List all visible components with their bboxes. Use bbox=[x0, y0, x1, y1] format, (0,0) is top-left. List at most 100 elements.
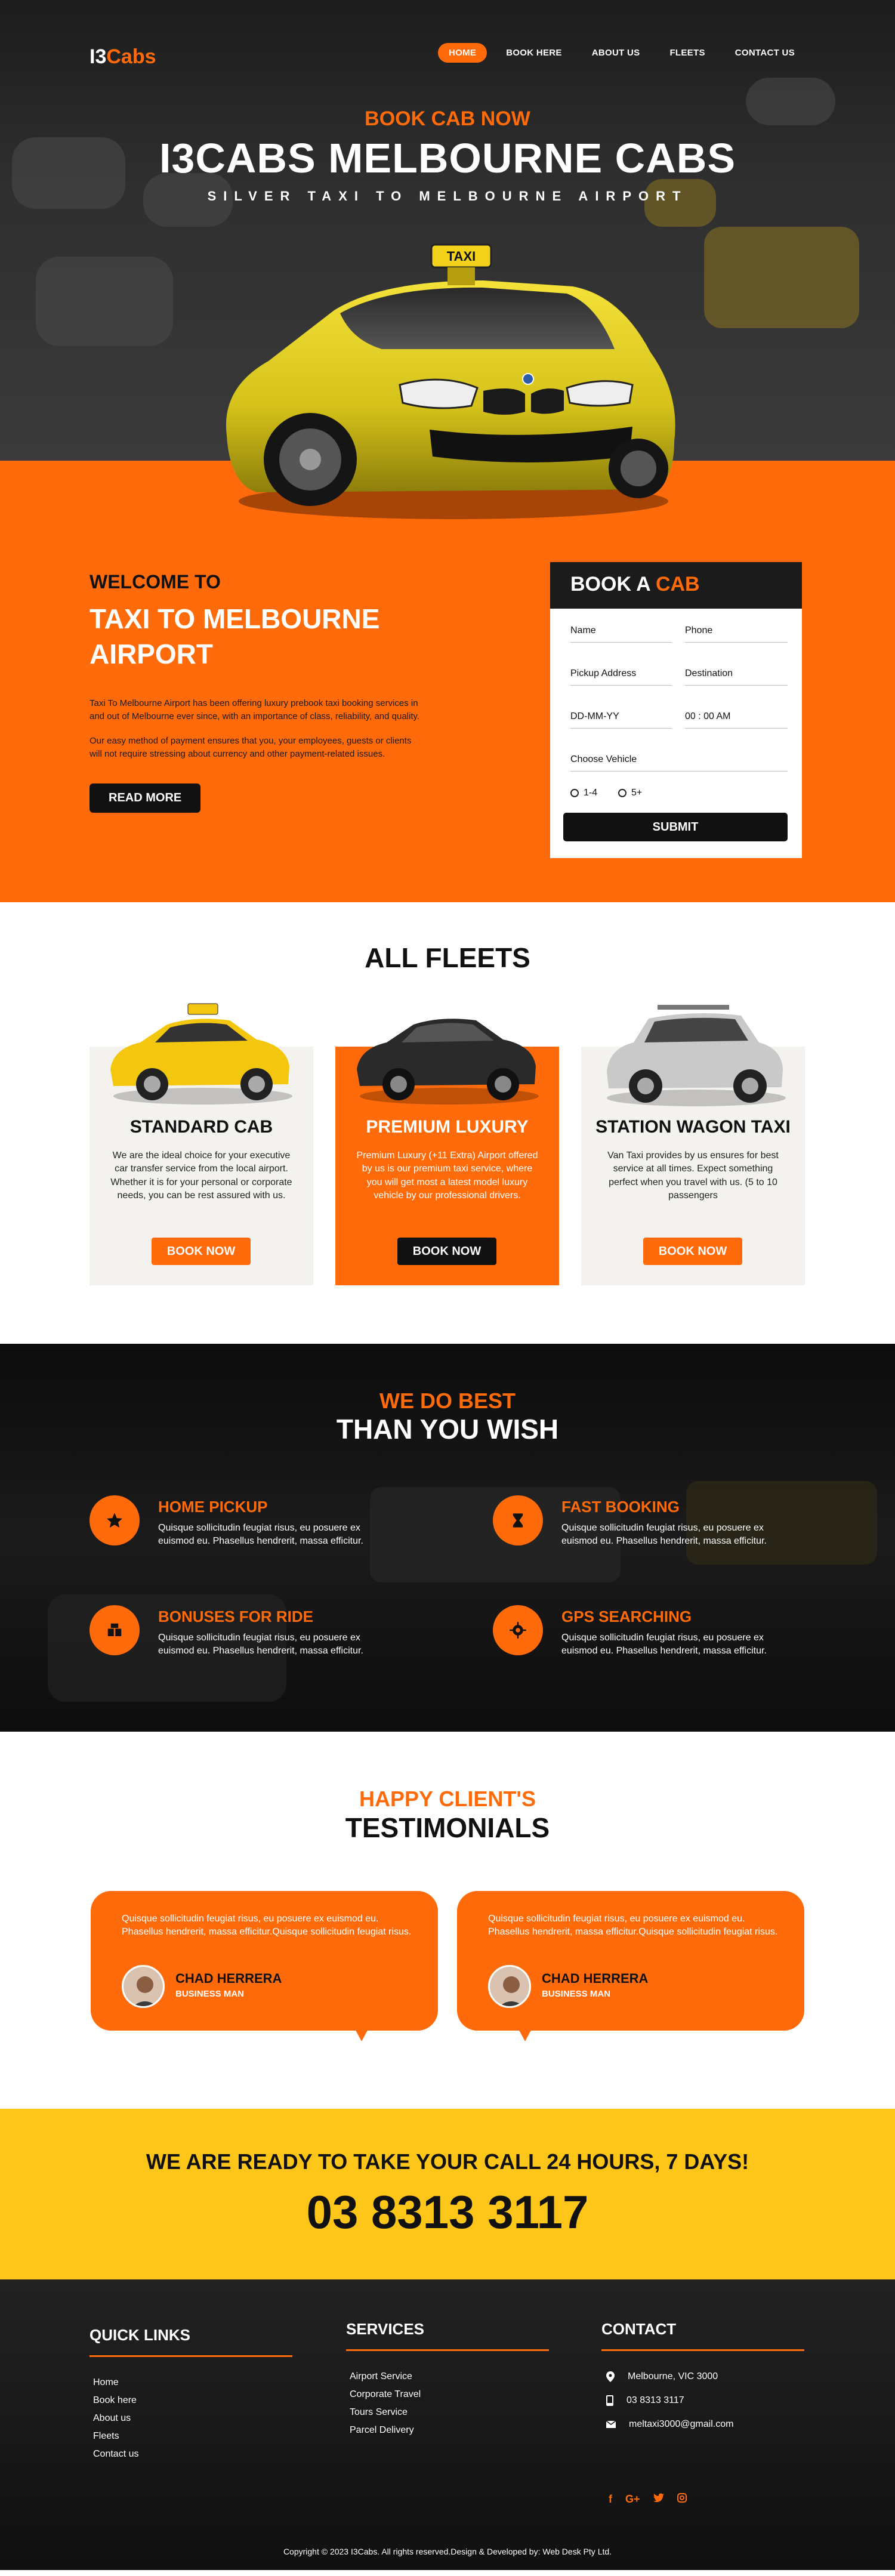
feature-text: Quisque sollicitudin feugiat risus, eu p… bbox=[561, 1633, 767, 1656]
testimonial-quote: Quisque sollicitudin feugiat risus, eu p… bbox=[122, 1914, 412, 1938]
welcome-paragraph-2: Our easy method of payment ensures that … bbox=[90, 736, 412, 759]
background-car-shape bbox=[36, 257, 173, 346]
fleet-description: Van Taxi provides by us ensures for best… bbox=[607, 1150, 779, 1201]
choose-vehicle-select[interactable]: Choose Vehicle bbox=[570, 754, 788, 772]
time-field[interactable]: 00 : 00 AM bbox=[685, 711, 788, 729]
hero-subtitle: SILVER TAXI TO MELBOURNE AIRPORT bbox=[207, 189, 688, 203]
site-logo[interactable]: I3Cabs bbox=[90, 45, 156, 69]
twitter-icon[interactable] bbox=[653, 2493, 664, 2506]
footer-divider bbox=[90, 2355, 292, 2357]
feature-title: HOME PICKUP bbox=[158, 1498, 268, 1516]
radio-option-1-4[interactable]: 1-4 bbox=[570, 788, 597, 798]
radio-label: 1-4 bbox=[584, 788, 598, 798]
station-wagon-image bbox=[607, 1005, 786, 1106]
footer-service-item[interactable]: Airport Service bbox=[346, 2371, 549, 2382]
avatar bbox=[122, 1965, 165, 2008]
welcome-text-block: WELCOME TO TAXI TO MELBOURNE AIRPORT Tax… bbox=[90, 571, 424, 813]
feature-title: BONUSES FOR RIDE bbox=[158, 1608, 314, 1625]
footer-heading: QUICK LINKS bbox=[90, 2326, 190, 2344]
footer-service-item[interactable]: Tours Service bbox=[346, 2407, 549, 2418]
call-to-action-band: WE ARE READY TO TAKE YOUR CALL 24 HOURS,… bbox=[0, 2109, 895, 2279]
footer-divider bbox=[601, 2349, 804, 2351]
welcome-paragraph-1: Taxi To Melbourne Airport has been offer… bbox=[90, 698, 420, 721]
phone-number[interactable]: 03 8313 3117 bbox=[0, 2185, 895, 2239]
fleets-title: ALL FLEETS bbox=[365, 942, 530, 973]
testimonial-quote: Quisque sollicitudin feugiat risus, eu p… bbox=[488, 1914, 778, 1938]
contact-address: Melbourne, VIC 3000 bbox=[601, 2371, 804, 2382]
fleet-description: We are the ideal choice for your executi… bbox=[110, 1150, 292, 1201]
nav-book-here[interactable]: BOOK HERE bbox=[495, 43, 573, 63]
contact-email[interactable]: meltaxi3000@gmail.com bbox=[601, 2419, 804, 2430]
footer-link-fleets[interactable]: Fleets bbox=[90, 2431, 292, 2442]
google-plus-icon[interactable]: G+ bbox=[625, 2493, 640, 2506]
footer-link-book-here[interactable]: Book here bbox=[90, 2395, 292, 2406]
destination-field[interactable]: Destination bbox=[685, 668, 788, 686]
contact-phone[interactable]: 03 8313 3117 bbox=[601, 2395, 804, 2406]
fleet-name: PREMIUM LUXURY bbox=[366, 1117, 529, 1137]
standard-cab-image bbox=[110, 1003, 292, 1105]
feature-text: Quisque sollicitudin feugiat risus, eu p… bbox=[158, 1523, 363, 1547]
feature-text: Quisque sollicitudin feugiat risus, eu p… bbox=[561, 1523, 767, 1547]
welcome-section: WELCOME TO TAXI TO MELBOURNE AIRPORT Tax… bbox=[0, 461, 895, 902]
quick-links-list: Home Book here About us Fleets Contact u… bbox=[90, 2377, 292, 2460]
taxi-sign-text: TAXI bbox=[447, 249, 476, 264]
radio-circle[interactable] bbox=[618, 789, 626, 797]
footer-heading: CONTACT bbox=[601, 2320, 677, 2338]
footer-link-about-us[interactable]: About us bbox=[90, 2413, 292, 2424]
read-more-button[interactable]: READ MORE bbox=[90, 783, 201, 813]
footer-divider bbox=[346, 2349, 549, 2351]
date-field[interactable]: DD-MM-YY bbox=[570, 711, 672, 729]
speech-bubble-tail bbox=[353, 2026, 370, 2041]
footer-contact: CONTACT Melbourne, VIC 3000 03 8313 3117… bbox=[601, 2320, 804, 2443]
submit-button[interactable]: SUBMIT bbox=[563, 813, 788, 841]
testimonial-card: Quisque sollicitudin feugiat risus, eu p… bbox=[91, 1891, 438, 2041]
yellow-taxi-car-image: TAXI bbox=[226, 243, 675, 519]
book-now-button[interactable]: BOOK NOW bbox=[152, 1238, 251, 1265]
facebook-icon[interactable]: f bbox=[609, 2493, 612, 2506]
nav-contact-us[interactable]: CONTACT US bbox=[724, 43, 806, 63]
footer-link-home[interactable]: Home bbox=[90, 2377, 292, 2388]
fleet-name: STATION WAGON TAXI bbox=[595, 1117, 791, 1137]
fleets-section: ALL FLEETS STANDARD CAB We are the ideal… bbox=[0, 902, 895, 1344]
site-footer: QUICK LINKS Home Book here About us Flee… bbox=[0, 2279, 895, 2570]
testimonial-name: CHAD HERRERA bbox=[542, 1971, 649, 1986]
footer-service-item[interactable]: Corporate Travel bbox=[346, 2389, 549, 2400]
contact-list: Melbourne, VIC 3000 03 8313 3117 meltaxi… bbox=[601, 2371, 804, 2430]
testimonial-role: BUSINESS MAN bbox=[542, 1989, 611, 1999]
gear-icon bbox=[493, 1605, 543, 1655]
testimonial-role: BUSINESS MAN bbox=[175, 1989, 245, 1999]
call-heading: WE ARE READY TO TAKE YOUR CALL 24 HOURS,… bbox=[146, 2149, 749, 2174]
instagram-icon[interactable] bbox=[677, 2493, 687, 2506]
logo-accent: Cabs bbox=[106, 45, 156, 68]
testimonial-name: CHAD HERRERA bbox=[175, 1971, 282, 1986]
phone-field[interactable]: Phone bbox=[685, 625, 788, 643]
footer-service-item[interactable]: Parcel Delivery bbox=[346, 2425, 549, 2436]
services-list: Airport Service Corporate Travel Tours S… bbox=[346, 2371, 549, 2436]
speech-bubble-tail bbox=[517, 2026, 533, 2041]
hero-kicker: BOOK CAB NOW bbox=[365, 107, 530, 130]
pickup-address-field[interactable]: Pickup Address bbox=[570, 668, 672, 686]
nav-about-us[interactable]: ABOUT US bbox=[581, 43, 651, 63]
footer-heading: SERVICES bbox=[346, 2320, 425, 2338]
feature-fast-booking: FAST BOOKING Quisque sollicitudin feugia… bbox=[493, 1495, 803, 1567]
feature-title: FAST BOOKING bbox=[561, 1498, 680, 1516]
contact-address-text: Melbourne, VIC 3000 bbox=[628, 2371, 718, 2381]
premium-luxury-car-image bbox=[357, 1019, 539, 1105]
booking-form-title: BOOK A CAB bbox=[550, 562, 802, 609]
nav-fleets[interactable]: FLEETS bbox=[659, 43, 715, 63]
footer-link-contact-us[interactable]: Contact us bbox=[90, 2449, 292, 2460]
welcome-title-line1: TAXI TO MELBOURNE bbox=[90, 603, 380, 634]
book-now-button[interactable]: BOOK NOW bbox=[397, 1238, 496, 1265]
booking-title-accent: CAB bbox=[655, 573, 700, 596]
hourglass-icon bbox=[493, 1495, 543, 1545]
avatar bbox=[488, 1965, 531, 2008]
nav-home[interactable]: HOME bbox=[437, 43, 487, 63]
radio-circle[interactable] bbox=[570, 789, 579, 797]
hero-title: I3CABS MELBOURNE CABS bbox=[159, 135, 736, 181]
book-now-button[interactable]: BOOK NOW bbox=[643, 1238, 742, 1265]
name-field[interactable]: Name bbox=[570, 625, 672, 643]
feature-title: GPS SEARCHING bbox=[561, 1608, 692, 1625]
radio-option-5-plus[interactable]: 5+ bbox=[618, 788, 642, 798]
why-us-kicker: WE DO BEST bbox=[379, 1389, 516, 1413]
welcome-title: TAXI TO MELBOURNE AIRPORT bbox=[90, 601, 424, 672]
